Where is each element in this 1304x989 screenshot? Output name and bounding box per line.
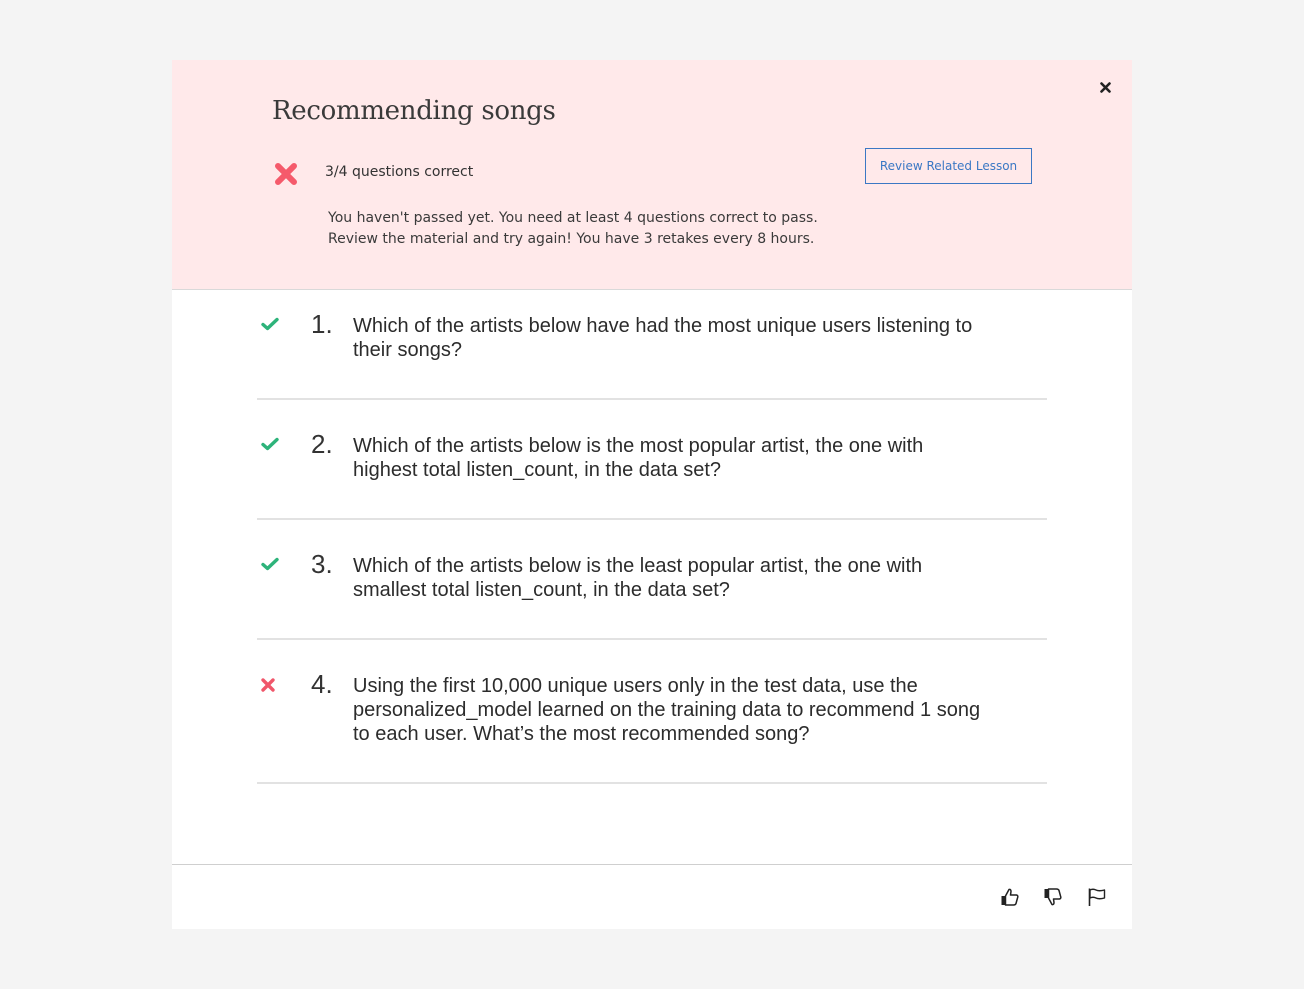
question-item[interactable]: 4. Using the first 10,000 unique users o…: [257, 640, 1047, 784]
quiz-result-modal: Recommending songs 3/4 questions correct…: [172, 60, 1132, 929]
thumbs-down-button[interactable]: [1041, 885, 1065, 909]
check-icon: [261, 437, 279, 451]
score-text: 3/4 questions correct: [325, 164, 474, 180]
question-text: Which of the artists below is the most p…: [353, 435, 924, 481]
thumbs-up-button[interactable]: [998, 885, 1022, 909]
thumbs-up-icon: [1001, 888, 1019, 906]
question-number: 2.: [311, 429, 333, 459]
question-number: 3.: [311, 549, 333, 579]
question-number: 4.: [311, 669, 333, 699]
feedback-footer: [172, 864, 1132, 929]
thumbs-down-icon: [1044, 888, 1062, 906]
result-message-line-2: Review the material and try again! You h…: [328, 231, 815, 247]
close-button[interactable]: [1096, 78, 1114, 96]
question-text: Which of the artists below have had the …: [353, 315, 973, 361]
fail-x-icon: [274, 162, 298, 186]
quiz-title: Recommending songs: [272, 96, 556, 126]
question-item[interactable]: 2. Which of the artists below is the mos…: [257, 400, 1047, 520]
check-icon: [261, 317, 279, 331]
question-item[interactable]: 1. Which of the artists below have had t…: [257, 290, 1047, 400]
result-banner: Recommending songs 3/4 questions correct…: [172, 60, 1132, 290]
check-icon: [261, 557, 279, 571]
result-message-line-1: You haven't passed yet. You need at leas…: [328, 210, 818, 226]
flag-button[interactable]: [1085, 885, 1109, 909]
close-icon: [1099, 81, 1111, 93]
question-text: Using the first 10,000 unique users only…: [353, 675, 981, 745]
question-item[interactable]: 3. Which of the artists below is the lea…: [257, 520, 1047, 640]
question-number: 1.: [311, 309, 333, 339]
flag-icon: [1088, 888, 1106, 906]
question-list: 1. Which of the artists below have had t…: [257, 290, 1047, 784]
x-icon: [260, 677, 278, 692]
question-text: Which of the artists below is the least …: [353, 555, 923, 601]
result-message: You haven't passed yet. You need at leas…: [328, 208, 818, 250]
review-related-lesson-button[interactable]: Review Related Lesson: [865, 148, 1032, 184]
